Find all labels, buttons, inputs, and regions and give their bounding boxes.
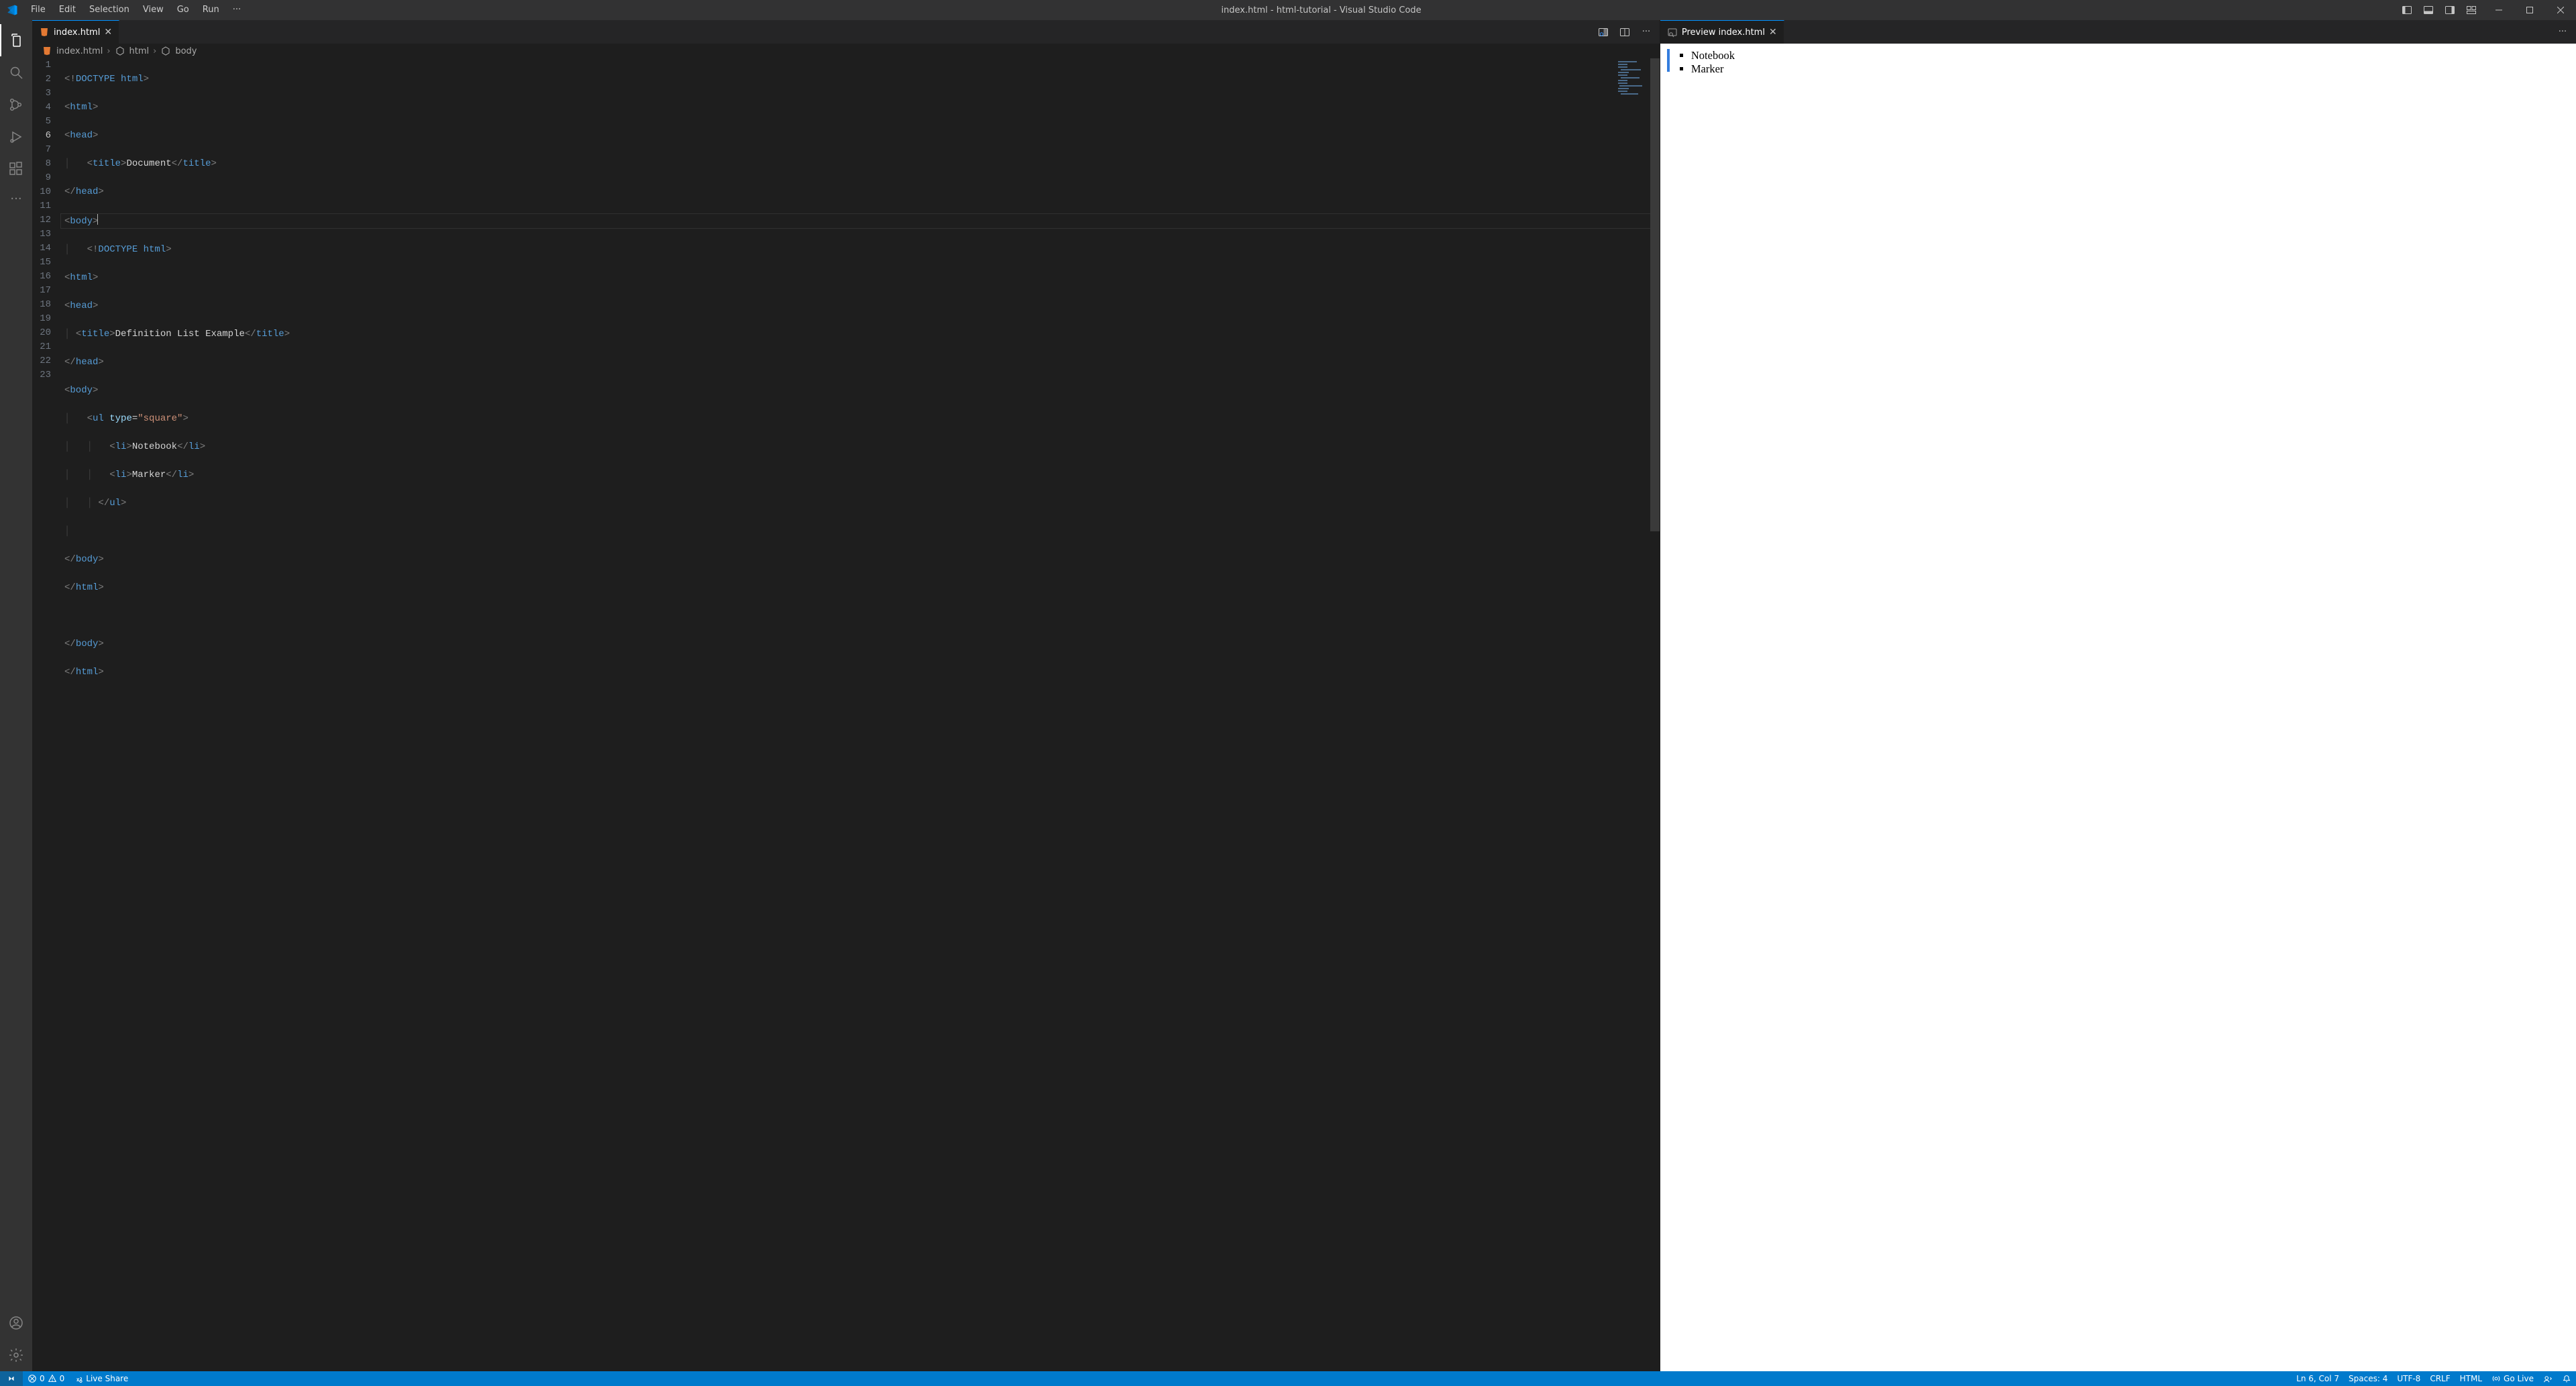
- html-file-icon: [39, 27, 50, 38]
- feedback-icon[interactable]: [2538, 1374, 2557, 1383]
- minimap[interactable]: [1617, 60, 1650, 93]
- layout-controls: [2395, 0, 2483, 20]
- tab-preview[interactable]: Preview index.html ✕: [1660, 20, 1784, 44]
- more-actions-icon[interactable]: ···: [2553, 20, 2572, 44]
- title-bar: File Edit Selection View Go Run ··· inde…: [0, 0, 2576, 20]
- run-debug-icon[interactable]: [0, 121, 32, 153]
- tabs-row-right: Preview index.html ✕ ···: [1660, 20, 2576, 44]
- overflow-icon[interactable]: ···: [0, 185, 32, 212]
- menu-run[interactable]: Run: [196, 0, 226, 20]
- menu-overflow-icon[interactable]: ···: [226, 0, 248, 20]
- breadcrumb-file[interactable]: index.html: [56, 46, 103, 56]
- window-title: index.html - html-tutorial - Visual Stud…: [248, 5, 2395, 15]
- problems-status[interactable]: 0 0: [23, 1374, 69, 1383]
- language-status[interactable]: HTML: [2455, 1374, 2487, 1383]
- cursor-position-status[interactable]: Ln 6, Col 7: [2292, 1374, 2344, 1383]
- line-numbers: 1234567891011121314151617181920212223: [32, 58, 60, 1371]
- breadcrumbs[interactable]: index.html › html › body: [32, 44, 1660, 58]
- close-tab-icon[interactable]: ✕: [104, 27, 112, 38]
- tab-index-html[interactable]: index.html ✕: [32, 20, 119, 44]
- preview-list-item: Marker: [1691, 62, 1735, 76]
- remote-indicator[interactable]: [0, 1371, 23, 1386]
- accounts-icon[interactable]: [0, 1307, 32, 1339]
- breadcrumb-body[interactable]: body: [175, 46, 197, 56]
- activity-bar: ···: [0, 20, 32, 1371]
- toggle-panel-bottom-icon[interactable]: [2419, 0, 2438, 20]
- tab-label: index.html: [54, 28, 100, 38]
- symbol-icon: [115, 46, 125, 56]
- menu-view[interactable]: View: [136, 0, 170, 20]
- minimize-button[interactable]: [2483, 0, 2514, 20]
- menu-bar: File Edit Selection View Go Run ···: [24, 0, 248, 20]
- indentation-status[interactable]: Spaces: 4: [2344, 1374, 2392, 1383]
- editor-group-right: Preview index.html ✕ ··· Notebook Marker: [1660, 20, 2576, 1371]
- menu-selection[interactable]: Selection: [83, 0, 136, 20]
- toggle-panel-left-icon[interactable]: [2398, 0, 2416, 20]
- preview-list: Notebook Marker: [1676, 49, 1735, 1366]
- status-bar: 0 0 Live Share Ln 6, Col 7 Spaces: 4 UTF…: [0, 1371, 2576, 1386]
- toggle-panel-right-icon[interactable]: [2440, 0, 2459, 20]
- breadcrumb-html[interactable]: html: [129, 46, 150, 56]
- code-editor[interactable]: 1234567891011121314151617181920212223 <!…: [32, 58, 1660, 1371]
- preview-scroll-indicator: [1667, 49, 1670, 72]
- chevron-right-icon: ›: [153, 46, 156, 56]
- window-controls: [2483, 0, 2576, 20]
- source-control-icon[interactable]: [0, 89, 32, 121]
- text-cursor: [97, 213, 98, 225]
- tab-label: Preview index.html: [1682, 28, 1765, 38]
- preview-list-item: Notebook: [1691, 49, 1735, 62]
- notifications-icon[interactable]: [2557, 1374, 2576, 1383]
- symbol-icon: [160, 46, 171, 56]
- overview-ruler[interactable]: [1650, 58, 1660, 1371]
- chevron-right-icon: ›: [107, 46, 110, 56]
- search-icon[interactable]: [0, 56, 32, 89]
- more-actions-icon[interactable]: ···: [1637, 20, 1656, 44]
- eol-status[interactable]: CRLF: [2425, 1374, 2455, 1383]
- code-lines[interactable]: <!DOCTYPE html> <html> <head> │ <title>D…: [60, 58, 1660, 1371]
- html-file-icon: [42, 46, 52, 56]
- explorer-icon[interactable]: [0, 24, 32, 56]
- customize-layout-icon[interactable]: [2462, 0, 2481, 20]
- settings-gear-icon[interactable]: [0, 1339, 32, 1371]
- close-tab-icon[interactable]: ✕: [1769, 27, 1777, 38]
- close-button[interactable]: [2545, 0, 2576, 20]
- menu-edit[interactable]: Edit: [52, 0, 83, 20]
- maximize-button[interactable]: [2514, 0, 2545, 20]
- live-share-status[interactable]: Live Share: [69, 1374, 133, 1383]
- go-live-status[interactable]: Go Live: [2487, 1374, 2538, 1383]
- open-preview-side-icon[interactable]: [1594, 20, 1613, 44]
- menu-file[interactable]: File: [24, 0, 52, 20]
- vscode-logo-icon: [0, 4, 24, 16]
- editor-group-left: index.html ✕ ··· index.html › html › bod…: [32, 20, 1660, 1371]
- split-editor-icon[interactable]: [1615, 20, 1634, 44]
- preview-icon: [1667, 27, 1678, 38]
- tabs-row-left: index.html ✕ ···: [32, 20, 1660, 44]
- preview-pane: Notebook Marker: [1660, 44, 2576, 1371]
- encoding-status[interactable]: UTF-8: [2392, 1374, 2425, 1383]
- menu-go[interactable]: Go: [170, 0, 196, 20]
- extensions-icon[interactable]: [0, 153, 32, 185]
